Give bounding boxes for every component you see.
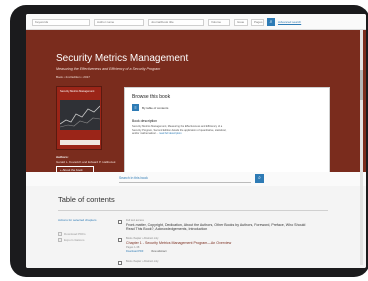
volume-input[interactable]: Volume: [208, 19, 230, 26]
browse-book-panel: Browse this book ≡ By table of contents …: [124, 87, 330, 173]
page-scrollbar[interactable]: [360, 30, 363, 265]
divider: [58, 210, 328, 211]
read-full-description-link[interactable]: read full description: [159, 132, 182, 135]
view-abstract-link[interactable]: View abstract: [151, 250, 167, 253]
by-table-of-contents-link[interactable]: By table of contents: [142, 106, 168, 110]
keywords-input[interactable]: Keywords: [32, 19, 90, 26]
chapter-access-type: Full text access: [126, 219, 144, 222]
download-pdf-link[interactable]: Download PDF: [126, 250, 143, 253]
search-button[interactable]: ⌕: [267, 18, 275, 26]
chapter-checkbox[interactable]: [118, 261, 122, 265]
list-icon[interactable]: ≡: [132, 104, 139, 111]
chapter-access-type: Book chapter • Abstract only: [126, 237, 159, 240]
book-title: Security Metrics Management: [56, 53, 189, 64]
download-icon: [58, 232, 62, 237]
table-of-contents-section: Table of contents Actions for selected c…: [26, 186, 366, 268]
browser-screen: Keywords Author name Journal/book title …: [26, 14, 366, 268]
export-icon: [58, 238, 62, 243]
chapter-checkbox[interactable]: [118, 238, 122, 242]
pages-input[interactable]: Pages: [251, 19, 264, 26]
authors-names[interactable]: Gerald L. Kovacich and Edward P. Haliboz…: [56, 160, 115, 164]
book-cover-image: Security Metrics Management: [56, 86, 102, 150]
export-citations-label: Export citations: [64, 238, 85, 242]
search-in-book-bar: Search in this book ⌕: [26, 172, 366, 186]
chapter-title-link[interactable]: Chapter 1 - Security Metrics Management …: [126, 241, 311, 245]
search-icon: ⌕: [269, 19, 273, 25]
book-hero-banner: Security Metrics Management Measuring th…: [26, 30, 366, 174]
cover-publisher-strip: [60, 140, 100, 145]
chapter-checkbox[interactable]: [118, 220, 122, 224]
download-pdfs-action[interactable]: Download PDFs: [58, 232, 86, 237]
chapter-title-link[interactable]: Front-matter, Copyright, Dedication, Abo…: [126, 223, 311, 232]
book-description-text: Security Metrics Management, Measuring t…: [132, 125, 232, 136]
search-in-book-input[interactable]: Search in this book: [119, 175, 251, 183]
download-pdfs-label: Download PDFs: [64, 232, 86, 236]
export-citations-action[interactable]: Export citations: [58, 238, 85, 243]
cover-artwork: [60, 100, 100, 130]
journal-title-input[interactable]: Journal/book title: [148, 19, 204, 26]
scrollbar-thumb[interactable]: [360, 70, 363, 100]
chapter-pages: Pages 1-38: [126, 246, 140, 249]
search-in-book-button[interactable]: ⌕: [255, 174, 264, 183]
book-meta: Book • 2nd Edition • 2017: [56, 75, 90, 79]
author-name-input[interactable]: Author name: [94, 19, 144, 26]
chapter-access-type: Book chapter • Abstract only: [126, 260, 159, 263]
search-icon: ⌕: [258, 175, 261, 181]
top-search-bar: Keywords Author name Journal/book title …: [26, 14, 366, 30]
book-description-heading: Book description: [132, 119, 158, 123]
browse-heading: Browse this book: [132, 94, 171, 100]
selected-chapters-actions-heading: Actions for selected chapters: [58, 218, 97, 222]
toc-heading: Table of contents: [58, 195, 115, 204]
issue-input[interactable]: Issue: [234, 19, 248, 26]
authors-label: Authors:: [56, 155, 69, 159]
book-subtitle: Measuring the Effectiveness and Efficien…: [56, 67, 161, 71]
advanced-search-link[interactable]: Advanced search: [278, 20, 301, 24]
cover-title: Security Metrics Management: [60, 90, 95, 93]
